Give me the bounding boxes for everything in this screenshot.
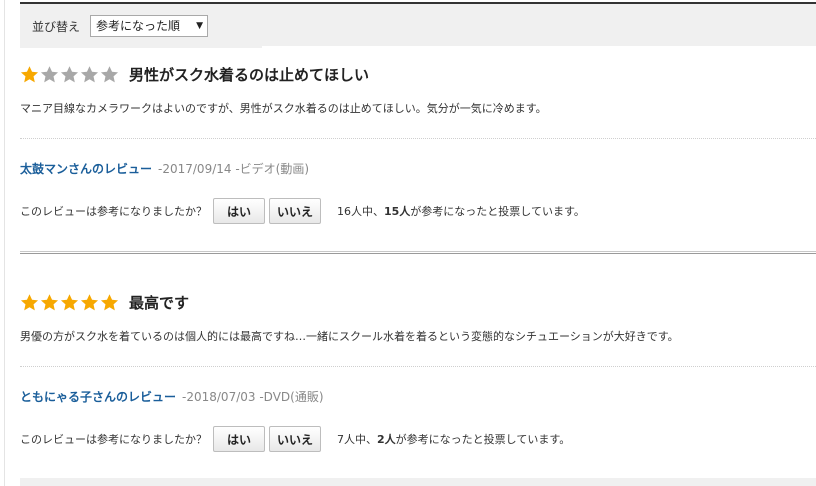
star-filled-icon	[20, 293, 39, 312]
star-filled-icon	[80, 293, 99, 312]
star-empty-icon	[40, 65, 59, 84]
dotted-divider	[20, 366, 816, 367]
helpful-tally: 7人中、2人が参考になったと投票しています。	[337, 431, 570, 447]
star-empty-icon	[60, 65, 79, 84]
tally-helpful-count: 15人	[384, 205, 411, 218]
tally-helpful-count: 2人	[377, 433, 396, 446]
left-border-line	[4, 0, 5, 486]
star-filled-icon	[20, 65, 39, 84]
star-empty-icon	[80, 65, 99, 84]
review-title-row: 最高です	[20, 290, 189, 314]
review-author-link[interactable]: ともにゃる子さんのレビュー	[20, 390, 176, 404]
helpful-question: このレビューは参考になりましたか？	[20, 433, 207, 446]
review-separator	[20, 251, 816, 254]
sort-selected-value: 参考になった順	[96, 19, 181, 33]
review-meta: ともにゃる子さんのレビュー -2018/07/03 -DVD(通販)	[20, 388, 324, 405]
review-body: 男優の方がスク水を着ているのは個人的には最高ですね…一緒にスクール水着を着るとい…	[20, 330, 679, 343]
star-rating	[20, 293, 120, 312]
star-empty-icon	[100, 65, 119, 84]
helpful-tally: 16人中、15人が参考になったと投票しています。	[337, 203, 585, 219]
star-filled-icon	[40, 293, 59, 312]
next-review-bar	[20, 478, 816, 486]
helpful-no-button[interactable]: いいえ	[269, 426, 321, 452]
review-title: 男性がスク水着るのは止めてほしい	[129, 65, 370, 84]
tally-suffix: が参考になったと投票しています。	[395, 433, 571, 446]
sort-bar: 並び替え 参考になった順 ▼	[20, 2, 816, 48]
review-format: -ビデオ(動画)	[231, 162, 310, 176]
tally-suffix: が参考になったと投票しています。	[410, 205, 585, 218]
helpful-no-button[interactable]: いいえ	[269, 198, 321, 224]
review-title: 最高です	[129, 293, 190, 312]
helpful-vote-row: このレビューは参考になりましたか？ はい いいえ 7人中、2人が参考になったと投…	[20, 426, 570, 452]
chevron-down-icon: ▼	[196, 21, 203, 31]
review-title-row: 男性がスク水着るのは止めてほしい	[20, 62, 369, 86]
tally-total: 16人中、	[337, 205, 384, 218]
star-filled-icon	[60, 293, 79, 312]
star-rating	[20, 65, 120, 84]
review-meta: 太鼓マンさんのレビュー -2017/09/14 -ビデオ(動画)	[20, 160, 309, 177]
helpful-yes-button[interactable]: はい	[213, 426, 265, 452]
review-date: -2017/09/14	[158, 162, 232, 176]
review-body: マニア目線なカメラワークはよいのですが、男性がスク水着るのは止めてほしい。気分が…	[20, 102, 547, 115]
sort-bar-notch	[262, 46, 816, 48]
review-author-link[interactable]: 太鼓マンさんのレビュー	[20, 162, 152, 176]
star-filled-icon	[100, 293, 119, 312]
review-format: -DVD(通販)	[255, 390, 324, 404]
review-date: -2018/07/03	[182, 390, 256, 404]
helpful-vote-row: このレビューは参考になりましたか？ はい いいえ 16人中、15人が参考になった…	[20, 198, 585, 224]
sort-select[interactable]: 参考になった順 ▼	[90, 15, 208, 37]
sort-label: 並び替え	[32, 20, 81, 34]
helpful-question: このレビューは参考になりましたか？	[20, 205, 207, 218]
helpful-yes-button[interactable]: はい	[213, 198, 265, 224]
dotted-divider	[20, 138, 816, 139]
tally-total: 7人中、	[337, 433, 377, 446]
